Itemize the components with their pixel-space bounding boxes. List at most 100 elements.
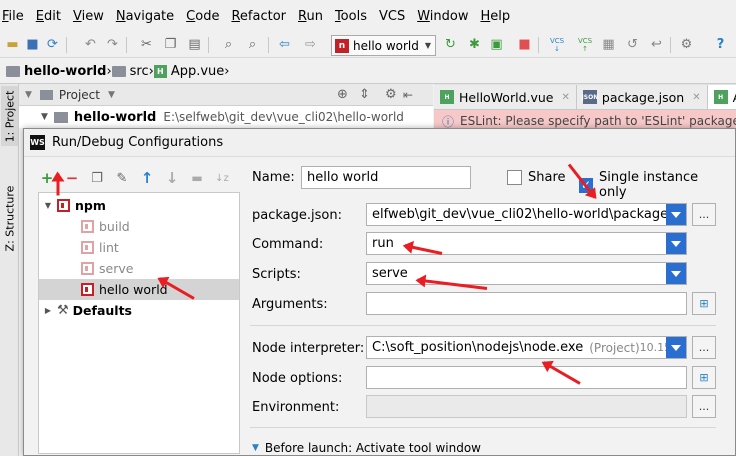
share-checkbox-box[interactable] (507, 170, 522, 185)
debug-icon[interactable]: ✱ (466, 36, 483, 53)
settings-icon[interactable]: ⚙ (678, 36, 695, 53)
menu-navigate[interactable]: Navigate (116, 9, 174, 24)
menu-mnemonic: R (231, 8, 240, 24)
tree-npm-group[interactable]: ▼ npm (39, 195, 239, 216)
arguments-field[interactable] (366, 292, 687, 315)
breadcrumb-project[interactable]: hello-world (6, 64, 106, 79)
tree-config-build[interactable]: build (39, 216, 239, 237)
menu-edit[interactable]: Edit (36, 9, 61, 24)
vcs-commit-icon[interactable]: VCS ↑ (574, 36, 596, 53)
copy-icon[interactable]: ❐ (162, 36, 179, 53)
before-launch-section[interactable]: ▼ Before launch: Activate tool window (252, 441, 481, 455)
main-toolbar: ▬ ■ ⟳ ↶ ↷ ✂ ❐ ▤ ⌕ ⌕ ⇦ ⇨ n hello world ▼ … (0, 32, 736, 58)
replace-icon[interactable]: ⌕ (244, 36, 261, 53)
back-icon[interactable]: ⇦ (276, 36, 293, 53)
close-icon[interactable]: ✕ (562, 92, 570, 103)
node-options-label: Node options: (252, 371, 343, 386)
history-icon[interactable]: ▦ (600, 36, 617, 53)
project-panel-title[interactable]: Project (59, 88, 100, 102)
environment-field[interactable] (366, 395, 687, 418)
expand-arguments-icon[interactable]: ⊞ (692, 292, 716, 315)
browse-node-interpreter-button[interactable]: ... (692, 336, 716, 359)
run-configuration-selector[interactable]: n hello world ▼ (331, 35, 436, 56)
menu-view[interactable]: View (73, 9, 104, 24)
coverage-icon[interactable]: ▣ (488, 36, 505, 53)
command-select[interactable]: run (366, 232, 687, 255)
config-toolbar: + − ❐ ✎ ↑ ↓ ▬ ↓z (38, 167, 238, 189)
editor-tab[interactable]: JSON package.json ✕ (576, 85, 708, 109)
save-icon[interactable]: ■ (24, 36, 41, 53)
wrench-icon[interactable]: ✎ (113, 169, 131, 187)
menu-mnemonic: H (480, 8, 491, 24)
menu-vcs[interactable]: VCS (379, 9, 405, 24)
breadcrumb-folder[interactable]: src (111, 64, 149, 79)
collapse-icon[interactable]: ⇕ (359, 87, 370, 102)
package-json-field[interactable]: elfweb\git_dev\vue_cli02\hello-world\pac… (366, 203, 687, 226)
node-options-field[interactable] (366, 366, 687, 389)
vcs-update-icon[interactable]: VCS ↓ (546, 36, 568, 53)
tree-config-label: serve (99, 261, 134, 276)
chevron-down-icon[interactable]: ▼ (252, 443, 259, 453)
scripts-value: serve (372, 266, 408, 281)
menu-code[interactable]: Code (186, 9, 219, 24)
share-checkbox[interactable]: Share (507, 170, 566, 185)
browse-environment-button[interactable]: ... (692, 395, 716, 418)
move-up-icon[interactable]: ↑ (138, 169, 156, 187)
tree-defaults-group[interactable]: ▶ ⚒ Defaults (39, 300, 239, 321)
revert-icon[interactable]: ↺ (624, 36, 641, 53)
dropdown-arrow-icon[interactable] (666, 263, 686, 284)
menu-tools[interactable]: Tools (335, 9, 367, 24)
menu-file[interactable]: File (2, 9, 24, 24)
project-root-row[interactable]: ▼ hello-world E:\selfweb\git_dev\vue_cli… (19, 106, 433, 128)
package-json-value: elfweb\git_dev\vue_cli02\hello-world\pac… (372, 207, 687, 222)
tree-config-lint[interactable]: lint (39, 237, 239, 258)
rerun-icon[interactable]: ↻ (442, 36, 459, 53)
folder-icon (111, 65, 126, 77)
name-field[interactable]: hello world (301, 166, 471, 189)
tab-structure[interactable]: Z: Structure (1, 176, 18, 260)
expand-node-options-icon[interactable]: ⊞ (692, 366, 716, 389)
tree-config-hello-world[interactable]: hello world (39, 279, 239, 300)
close-icon[interactable]: ✕ (692, 92, 700, 103)
cut-icon[interactable]: ✂ (138, 36, 155, 53)
menu-run[interactable]: Run (298, 9, 323, 24)
sync-icon[interactable]: ⟳ (44, 36, 61, 53)
folder-icon (6, 65, 20, 77)
folder-icon[interactable]: ▬ (188, 169, 206, 187)
dropdown-arrow-icon[interactable] (666, 337, 686, 358)
stop-icon[interactable]: ■ (516, 36, 533, 53)
editor-tab[interactable]: H HelloWorld.vue ✕ (434, 85, 577, 109)
find-icon[interactable]: ⌕ (220, 36, 237, 53)
chevron-down-icon[interactable]: ▼ (43, 201, 53, 210)
npm-icon (81, 262, 94, 275)
browse-package-json-button[interactable]: ... (692, 203, 716, 226)
paste-icon[interactable]: ▤ (186, 36, 203, 53)
forward-icon[interactable]: ⇨ (302, 36, 319, 53)
sort-icon[interactable]: ↓z (213, 169, 231, 187)
node-interpreter-select[interactable]: C:\soft_position\nodejs\node.exe (Projec… (366, 336, 687, 359)
menu-refactor[interactable]: Refactor (231, 9, 286, 24)
help-icon[interactable]: ? (712, 36, 729, 53)
tab-project[interactable]: 1: Project (1, 86, 18, 146)
breadcrumb-file[interactable]: H App.vue (153, 64, 224, 79)
scripts-select[interactable]: serve (366, 262, 687, 285)
copy-icon[interactable]: ❐ (88, 169, 106, 187)
redo-icon[interactable]: ↷ (104, 36, 121, 53)
menu-help[interactable]: Help (480, 9, 510, 24)
menu-window[interactable]: Window (417, 9, 468, 24)
chevron-right-icon[interactable]: ▶ (43, 306, 53, 315)
move-down-icon[interactable]: ↓ (163, 169, 181, 187)
chevron-down-icon[interactable]: ▼ (108, 90, 115, 100)
locate-icon[interactable]: ⊕ (337, 87, 348, 102)
undo-icon[interactable]: ↶ (82, 36, 99, 53)
dropdown-arrow-icon[interactable] (666, 204, 686, 225)
remove-icon[interactable]: − (63, 169, 81, 187)
rollback-icon[interactable]: ↩ (648, 36, 665, 53)
annotation-arrow (56, 173, 60, 196)
tree-config-serve[interactable]: serve (39, 258, 239, 279)
hide-panel-icon[interactable]: ⇤ (403, 88, 413, 102)
editor-tab[interactable]: HA (707, 85, 736, 109)
dropdown-arrow-icon[interactable] (666, 233, 686, 254)
gear-icon[interactable]: ⚙ (385, 87, 397, 102)
open-folder-icon[interactable]: ▬ (4, 36, 21, 53)
